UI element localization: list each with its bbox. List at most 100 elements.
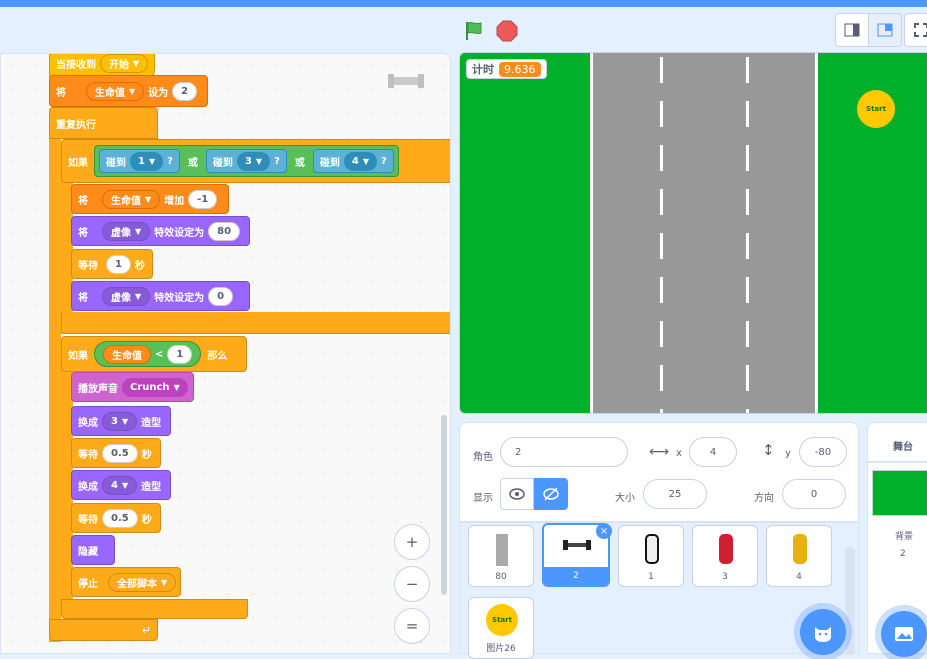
yellow-car-thumbnail-icon bbox=[793, 534, 807, 564]
hide-block[interactable]: 隐藏 bbox=[71, 535, 115, 565]
if-touching-block[interactable]: 如果 碰到 1 ▼? 或 碰到 3 ▼? 或 碰到 4 ▼? bbox=[61, 139, 450, 183]
or-operator[interactable]: 碰到 1 ▼? 或 碰到 3 ▼? 或 碰到 4 ▼? bbox=[94, 145, 399, 177]
compare-value-input[interactable]: 1 bbox=[167, 344, 193, 364]
if1-bottom-arm bbox=[61, 312, 450, 334]
switch-costume-block[interactable]: 换成 3 ▼ 造型 bbox=[71, 406, 171, 436]
sprite-label: 角色 bbox=[473, 452, 493, 463]
forever-bottom-arm: ↵ bbox=[49, 619, 158, 641]
sound-dropdown[interactable]: Crunch ▼ bbox=[122, 377, 188, 397]
zoom-reset-icon[interactable]: = bbox=[394, 608, 430, 644]
effect-value-input[interactable]: 80 bbox=[208, 221, 241, 241]
show-eye-icon[interactable] bbox=[500, 478, 534, 510]
timer-monitor: 计时 9.636 bbox=[466, 59, 547, 79]
lane-dash bbox=[746, 321, 749, 347]
stop-dropdown[interactable]: 全部脚本 ▼ bbox=[108, 572, 177, 592]
green-flag-icon[interactable] bbox=[463, 20, 485, 42]
lane-dash bbox=[660, 409, 663, 413]
less-than-operator[interactable]: 生命值 < 1 bbox=[94, 341, 202, 367]
stage-thumbnail[interactable] bbox=[872, 470, 927, 516]
road bbox=[592, 53, 816, 413]
lane-dash bbox=[746, 277, 749, 303]
code-scrollbar[interactable] bbox=[441, 415, 447, 595]
play-sound-block[interactable]: 播放声音 Crunch ▼ bbox=[71, 372, 194, 402]
touching-1-block[interactable]: 碰到 1 ▼? bbox=[99, 149, 180, 173]
set-effect-block[interactable]: 将 虚像 ▼ 特效设定为 0 bbox=[71, 281, 250, 311]
lane-dash bbox=[660, 365, 663, 391]
small-stage-icon[interactable] bbox=[835, 13, 869, 47]
sprite-tile-selected[interactable]: × 2 bbox=[542, 523, 612, 587]
delete-sprite-icon[interactable]: × bbox=[596, 523, 612, 539]
lane-dash bbox=[746, 409, 749, 413]
variable-dropdown[interactable]: 生命值 ▼ bbox=[102, 189, 161, 209]
size-label: 大小 bbox=[615, 493, 635, 504]
costume-dropdown[interactable]: 3 ▼ bbox=[102, 411, 138, 431]
choose-backdrop-icon[interactable] bbox=[881, 611, 927, 657]
wait-block[interactable]: 等待 1 秒 bbox=[71, 249, 153, 279]
lane-dash bbox=[660, 145, 663, 171]
sprite-list-scrollbar[interactable] bbox=[845, 547, 855, 655]
stage-pane[interactable]: 舞台 背景 2 bbox=[867, 422, 927, 657]
lane-dash bbox=[746, 57, 749, 83]
y-input[interactable]: -80 bbox=[799, 437, 847, 467]
direction-input[interactable]: 0 bbox=[782, 479, 846, 509]
normal-stage-icon[interactable] bbox=[868, 13, 902, 47]
lane-dash bbox=[660, 101, 663, 127]
wait-value-input[interactable]: 0.5 bbox=[102, 508, 138, 528]
effect-value-input[interactable]: 0 bbox=[208, 286, 234, 306]
stage-pane-title: 舞台 bbox=[893, 442, 913, 453]
zoom-out-icon[interactable]: − bbox=[394, 566, 430, 602]
message-dropdown[interactable]: 开始 ▼ bbox=[100, 54, 149, 73]
change-variable-block[interactable]: 将 生命值 ▼ 增加 -1 bbox=[71, 184, 229, 214]
effect-dropdown[interactable]: 虚像 ▼ bbox=[102, 286, 151, 306]
lane-dash bbox=[746, 365, 749, 391]
lane-dash bbox=[660, 57, 663, 83]
sprite-watermark-icon bbox=[386, 72, 430, 90]
wait-block[interactable]: 等待 0.5 秒 bbox=[71, 438, 161, 468]
loop-arrow-icon: ↵ bbox=[141, 623, 151, 637]
sprite-tile[interactable]: 3 bbox=[692, 525, 758, 587]
set-variable-block[interactable]: 将 生命值 ▼ 设为 2 bbox=[49, 75, 208, 107]
start-button[interactable]: Start bbox=[857, 90, 895, 128]
change-value-input[interactable]: -1 bbox=[188, 189, 218, 209]
touching-4-block[interactable]: 碰到 4 ▼? bbox=[312, 149, 394, 173]
set-value-input[interactable]: 2 bbox=[172, 81, 198, 101]
red-car-thumbnail-icon bbox=[719, 534, 733, 564]
start-thumbnail-icon: Start bbox=[486, 604, 518, 636]
lane-dash bbox=[660, 233, 663, 259]
stop-icon[interactable] bbox=[496, 20, 518, 42]
forever-block[interactable]: 重复执行 bbox=[49, 107, 158, 139]
wait-value-input[interactable]: 0.5 bbox=[102, 443, 138, 463]
variable-reporter[interactable]: 生命值 bbox=[103, 344, 151, 364]
when-receive-label: 当接收到 bbox=[56, 59, 96, 71]
size-input[interactable]: 25 bbox=[643, 479, 707, 509]
timer-label: 计时 bbox=[472, 63, 494, 76]
code-area[interactable]: 当接收到 开始 ▼ 将 生命值 ▼ 设为 2 重复执行 如果 碰到 1 ▼? 或 碰到 3… bbox=[0, 53, 451, 654]
choose-sprite-icon[interactable] bbox=[800, 609, 846, 655]
wait-block[interactable]: 等待 0.5 秒 bbox=[71, 503, 161, 533]
touching-3-block[interactable]: 碰到 3 ▼? bbox=[205, 149, 287, 173]
costume-dropdown[interactable]: 4 ▼ bbox=[102, 475, 138, 495]
racecar-thumbnail-icon bbox=[562, 539, 592, 551]
fullscreen-icon[interactable] bbox=[904, 13, 927, 47]
if-less-than-block[interactable]: 如果 生命值 < 1 那么 bbox=[61, 336, 247, 372]
variable-dropdown[interactable]: 生命值 ▼ bbox=[86, 81, 145, 101]
stage-canvas[interactable]: 计时 9.636 Start bbox=[459, 52, 927, 414]
switch-costume-block[interactable]: 换成 4 ▼ 造型 bbox=[71, 470, 171, 500]
sprite-tile[interactable]: Start 图片26 bbox=[468, 597, 534, 659]
if2-bottom-arm bbox=[61, 599, 248, 619]
top-menu-bar bbox=[0, 0, 927, 7]
effect-dropdown[interactable]: 虚像 ▼ bbox=[102, 221, 151, 241]
stop-all-block[interactable]: 停止 全部脚本 ▼ bbox=[71, 567, 181, 597]
sprite-tile[interactable]: 4 bbox=[766, 525, 832, 587]
hide-eye-icon[interactable] bbox=[534, 478, 568, 510]
sprite-name-input[interactable]: 2 bbox=[500, 437, 628, 467]
backdrops-label: 背景 bbox=[895, 532, 914, 542]
sprite-tile[interactable]: 1 bbox=[618, 525, 684, 587]
wait-value-input[interactable]: 1 bbox=[106, 254, 131, 274]
lane-dash bbox=[660, 189, 663, 215]
set-effect-block[interactable]: 将 虚像 ▼ 特效设定为 80 bbox=[71, 216, 250, 246]
when-receive-block[interactable]: 当接收到 开始 ▼ bbox=[49, 54, 155, 77]
x-input[interactable]: 4 bbox=[689, 437, 737, 467]
zoom-in-icon[interactable]: + bbox=[394, 524, 430, 560]
sprite-tile[interactable]: 80 bbox=[468, 525, 534, 587]
